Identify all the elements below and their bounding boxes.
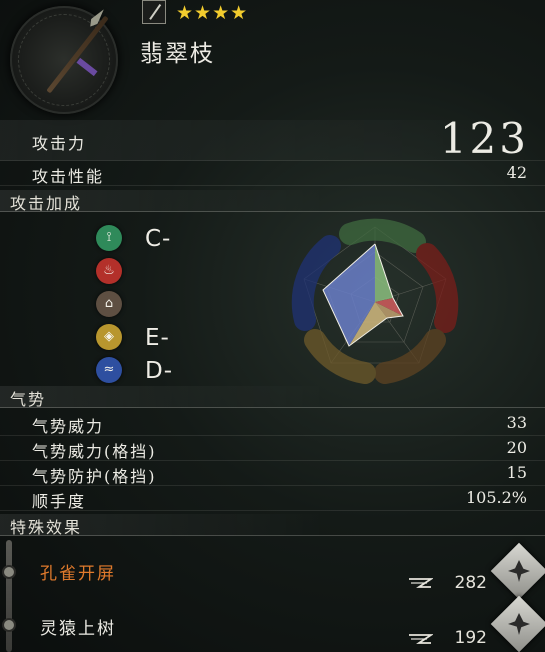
weapon-type-icon [142,0,166,24]
skill-scaling-icon: ⟟ [96,225,122,251]
attack-row: 攻击力 123 [0,114,545,163]
ring-metal [304,329,376,384]
ki-row: 气势威力(格挡) 20 [0,436,545,461]
ki-row-label: 气势防护(格挡) [32,467,157,486]
performance-label: 攻击性能 [32,167,105,186]
skill-badge-icon [490,595,545,652]
ki-header: 气势 [0,386,545,409]
metal-icon: ◈ [96,324,122,350]
skill-row[interactable]: 灵猿上树 192 [0,595,545,652]
ki-row-value: 33 [506,413,527,432]
skill-name: 灵猿上树 [40,619,116,639]
special-header: 特殊效果 [0,514,545,537]
ki-row: 气势威力 33 [0,411,545,436]
ki-row: 气势防护(格挡) 15 [0,461,545,486]
ki-row: 顺手度 105.2% [0,486,545,511]
skill-row[interactable]: 孔雀开屏 282 [0,542,545,600]
performance-row: 攻击性能 42 [0,161,545,186]
metal-grade: E- [145,325,170,351]
rarity-stars: ★★★★ [176,2,249,24]
scaling-radar [291,218,459,384]
earth-icon: ⌂ [96,291,122,317]
fire-icon: ♨ [96,258,122,284]
ki-row-label: 顺手度 [32,492,87,511]
ring-earth [374,329,446,384]
ring-fire [416,243,459,333]
skill-cost: 192 [454,628,487,648]
ki-row-label: 气势威力 [32,417,105,436]
ring-water [291,235,341,331]
ring-wood [339,218,426,253]
ki-row-value: 20 [506,438,527,457]
ki-row-value: 15 [506,463,527,482]
attack-label: 攻击力 [32,134,87,153]
ki-row-value: 105.2% [465,488,527,507]
performance-value: 42 [506,163,527,182]
weapon-name: 翡翠枝 [140,41,215,67]
skill-cost: 282 [454,573,487,593]
water-grade: D- [145,358,174,384]
skill-node-icon [4,620,14,630]
amrita-icon [409,634,433,644]
ki-row-label: 气势威力(格挡) [32,442,157,461]
water-icon: ≈ [96,357,122,383]
attack-value: 123 [439,114,529,163]
skill-node-icon [4,567,14,577]
amrita-icon [409,578,433,588]
skill-badge-icon [490,542,545,600]
skill-name: 孔雀开屏 [40,564,116,584]
skill-grade: C- [145,226,172,252]
